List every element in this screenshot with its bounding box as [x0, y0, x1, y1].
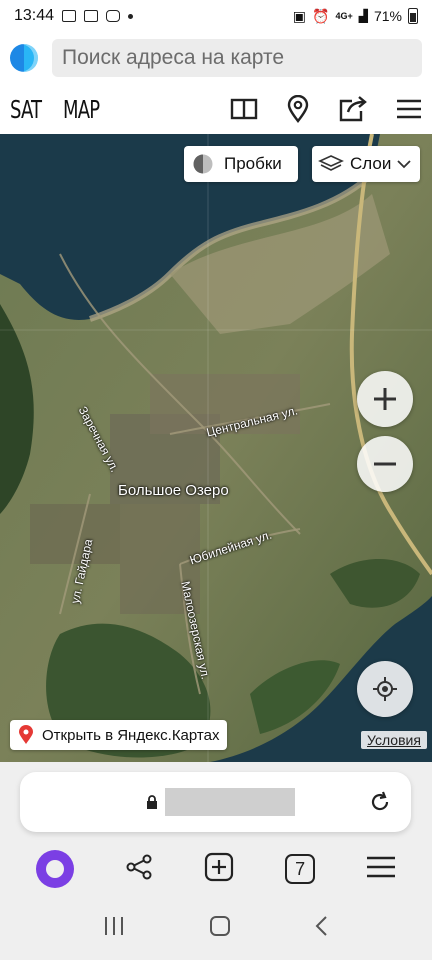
menu-icon[interactable]	[396, 98, 422, 120]
chevron-down-icon	[397, 160, 411, 169]
plus-icon	[374, 388, 396, 410]
address-area	[0, 762, 432, 842]
my-location-button[interactable]	[357, 661, 413, 717]
signal-icon: ▟	[358, 9, 368, 23]
search-placeholder: Поиск адреса на карте	[62, 46, 285, 69]
new-tab-icon[interactable]	[204, 852, 234, 887]
tabs-count: 7	[295, 858, 306, 879]
status-time: 13:44	[14, 7, 55, 24]
search-input[interactable]: Поиск адреса на карте	[52, 39, 422, 77]
open-yandex-label: Открыть в Яндекс.Картах	[42, 726, 220, 744]
wallet-icon: ▣	[292, 7, 307, 24]
zoom-in-button[interactable]	[357, 371, 413, 427]
location-pin-icon[interactable]	[286, 95, 310, 123]
image-icon	[84, 10, 99, 22]
gallery-icon	[62, 10, 77, 22]
traffic-button[interactable]: Пробки	[184, 146, 298, 182]
traffic-icon	[193, 154, 213, 174]
network-label: 4G+	[335, 11, 353, 21]
village-label: Большое Озеро	[118, 482, 229, 499]
alice-icon[interactable]	[35, 850, 74, 888]
lock-icon	[147, 795, 157, 809]
terms-link[interactable]: Условия	[361, 731, 427, 749]
battery-icon	[408, 8, 418, 24]
status-bar: 13:44 ▣ ⏰ 4G+ ▟ 71%	[0, 0, 432, 32]
url-redacted	[165, 788, 295, 816]
app-toolbar: SAT MAP	[0, 84, 432, 134]
browser-nav-bar: 7	[0, 842, 432, 896]
home-icon[interactable]	[209, 915, 231, 942]
layers-button[interactable]: Слои	[312, 146, 420, 182]
location-pin-icon	[19, 725, 33, 744]
brand-map: MAP	[62, 94, 100, 124]
split-view-icon[interactable]	[230, 98, 258, 120]
minus-icon	[374, 462, 396, 466]
share-icon[interactable]	[338, 95, 368, 123]
search-bar: Поиск адреса на карте	[0, 32, 432, 84]
zoom-out-button[interactable]	[357, 436, 413, 492]
tabs-button[interactable]: 7	[285, 854, 316, 884]
youtube-icon	[106, 10, 121, 22]
battery-percent: 71%	[373, 8, 402, 24]
browser-menu-icon[interactable]	[366, 855, 396, 884]
satellite-map[interactable]: Пробки Слои Большое Озеро Заречная ул. Ц…	[0, 134, 432, 762]
system-nav-bar	[0, 896, 432, 960]
app-logo-icon[interactable]	[10, 44, 38, 72]
brand-sat: SAT	[10, 94, 42, 124]
share-nodes-icon[interactable]	[125, 853, 153, 886]
layers-label: Слои	[350, 154, 392, 173]
notification-dot-icon	[128, 13, 134, 19]
back-icon[interactable]	[314, 915, 330, 942]
traffic-label: Пробки	[224, 154, 282, 173]
open-yandex-maps-button[interactable]: Открыть в Яндекс.Картах	[10, 720, 228, 750]
layers-icon	[318, 155, 344, 171]
crosshair-icon	[373, 677, 397, 701]
reload-icon[interactable]	[369, 791, 391, 813]
alarm-icon: ⏰	[312, 7, 330, 24]
recents-icon[interactable]	[102, 915, 126, 942]
url-bar[interactable]	[20, 772, 411, 832]
